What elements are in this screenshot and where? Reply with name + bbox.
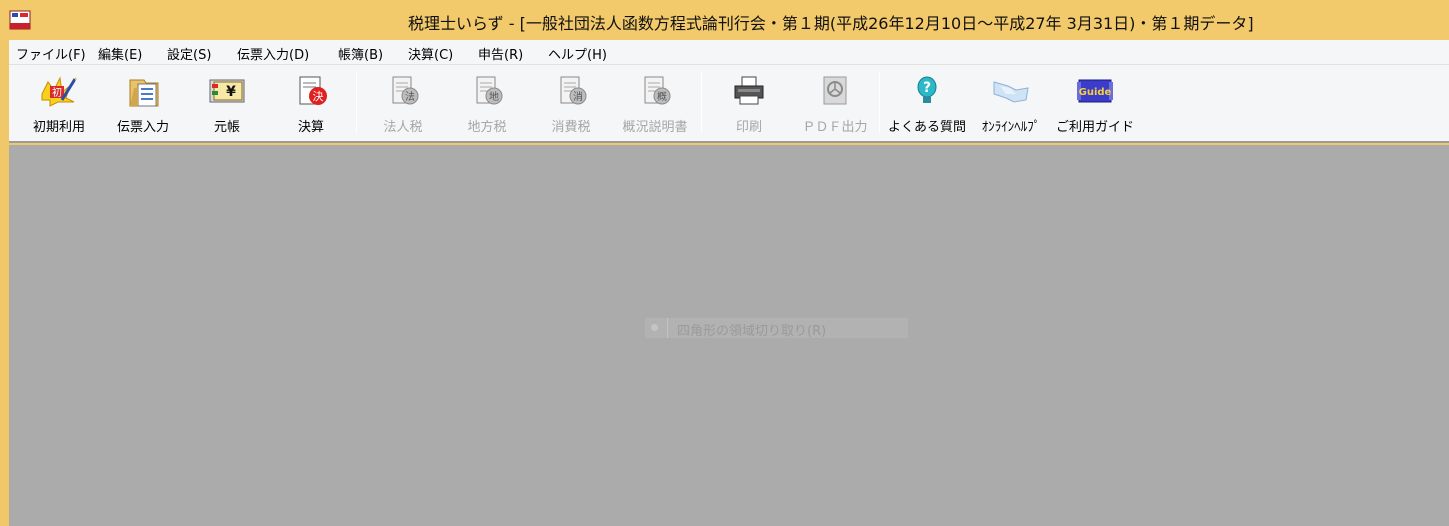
overview-doc-icon: 概	[644, 76, 671, 105]
menu-closing[interactable]: 決算(C)	[408, 44, 453, 63]
consumption-tax-icon: 消	[560, 76, 587, 105]
menu-help[interactable]: ヘルプ(H)	[548, 44, 607, 63]
local-tax-icon: 地	[476, 76, 503, 105]
corporate-tax-label: 法人税	[383, 120, 423, 135]
online-help-icon	[993, 81, 1029, 103]
corp-tax-glyph: 法	[405, 90, 415, 103]
menu-voucher-input[interactable]: 伝票入力(D)	[237, 44, 309, 63]
print-label: 印刷	[735, 120, 762, 135]
window-title: 税理士いらず - [一般社団法人函数方程式論刊行会・第１期(平成26年12月10…	[408, 14, 1254, 33]
initial-setup-icon: 初	[41, 76, 77, 107]
yen-ledger-icon: ¥	[209, 79, 245, 103]
ledger-label: 元帳	[213, 120, 240, 135]
local-tax-button[interactable]: 地 地方税	[445, 72, 529, 138]
mdi-workspace[interactable]: 四角形の領域切り取り(R)	[9, 145, 1449, 526]
title-bar[interactable]: 税理士いらず - [一般社団法人函数方程式論刊行会・第１期(平成26年12月10…	[0, 0, 1449, 40]
menu-bar: ファイル(F) 編集(E) 設定(S) 伝票入力(D) 帳簿(B) 決算(C) …	[9, 40, 1449, 65]
ledger-button[interactable]: ¥ 元帳	[185, 72, 269, 138]
toolbar-separator	[356, 71, 357, 133]
printer-icon	[734, 76, 764, 105]
online-help-button[interactable]: ｵﾝﾗｲﾝﾍﾙﾌﾟ	[969, 72, 1053, 138]
overview-glyph: 概	[657, 90, 667, 103]
closing-button[interactable]: 決 決算	[269, 72, 353, 138]
closing-glyph: 決	[313, 90, 324, 103]
pdf-icon	[823, 76, 847, 105]
yen-glyph: ¥	[226, 84, 236, 100]
guide-glyph: Guide	[1079, 87, 1112, 98]
menu-ledger[interactable]: 帳簿(B)	[338, 44, 383, 63]
closing-stamp-icon: 決	[299, 76, 327, 105]
menu-file[interactable]: ファイル(F)	[16, 44, 86, 63]
print-button[interactable]: 印刷	[707, 72, 791, 138]
toolbar-separator	[701, 71, 702, 133]
guide-icon: Guide	[1077, 79, 1113, 103]
bullet-icon	[651, 324, 658, 331]
user-guide-label: ご利用ガイド	[1055, 120, 1134, 135]
corporate-tax-icon: 法	[392, 76, 419, 105]
voucher-input-button[interactable]: 伝票入力	[101, 72, 185, 138]
initial-use-label: 初期利用	[32, 120, 85, 135]
menu-filing[interactable]: 申告(R)	[478, 44, 523, 63]
corporate-tax-button[interactable]: 法 法人税	[361, 72, 445, 138]
user-guide-button[interactable]: Guide ご利用ガイド	[1053, 72, 1137, 138]
online-help-label: ｵﾝﾗｲﾝﾍﾙﾌﾟ	[981, 120, 1041, 135]
faq-label: よくある質問	[887, 120, 966, 135]
pdf-output-button[interactable]: ＰＤＦ出力	[791, 72, 879, 138]
toolbar: 初 初期利用 伝票入力 ¥ 元帳 決 決算 法 法人税 地 地方税 消 消費税 …	[9, 65, 1449, 143]
question-bulb-icon: ?	[917, 76, 937, 103]
ghost-snip-menu-item: 四角形の領域切り取り(R)	[645, 318, 908, 339]
pdf-output-label: ＰＤＦ出力	[802, 120, 868, 135]
menu-settings[interactable]: 設定(S)	[167, 44, 211, 63]
consumption-tax-button[interactable]: 消 消費税	[529, 72, 613, 138]
divider	[667, 318, 668, 338]
voucher-input-label: 伝票入力	[116, 120, 169, 135]
folder-icon	[129, 79, 159, 107]
local-tax-label: 地方税	[467, 120, 507, 135]
overview-doc-label: 概況説明書	[622, 120, 688, 135]
toolbar-separator	[879, 71, 880, 133]
local-tax-glyph: 地	[489, 90, 499, 103]
app-window: 税理士いらず - [一般社団法人函数方程式論刊行会・第１期(平成26年12月10…	[0, 0, 1449, 526]
initial-glyph: 初	[52, 86, 62, 99]
initial-use-button[interactable]: 初 初期利用	[17, 72, 101, 138]
app-icon[interactable]	[9, 9, 31, 31]
overview-doc-button[interactable]: 概 概況説明書	[613, 72, 697, 138]
ghost-snip-label: 四角形の領域切り取り(R)	[677, 324, 827, 339]
menu-edit[interactable]: 編集(E)	[98, 44, 142, 63]
closing-label: 決算	[297, 120, 324, 135]
faq-button[interactable]: ? よくある質問	[885, 72, 969, 138]
consumption-tax-glyph: 消	[573, 90, 583, 103]
consumption-tax-label: 消費税	[551, 120, 591, 135]
question-glyph: ?	[923, 80, 931, 96]
